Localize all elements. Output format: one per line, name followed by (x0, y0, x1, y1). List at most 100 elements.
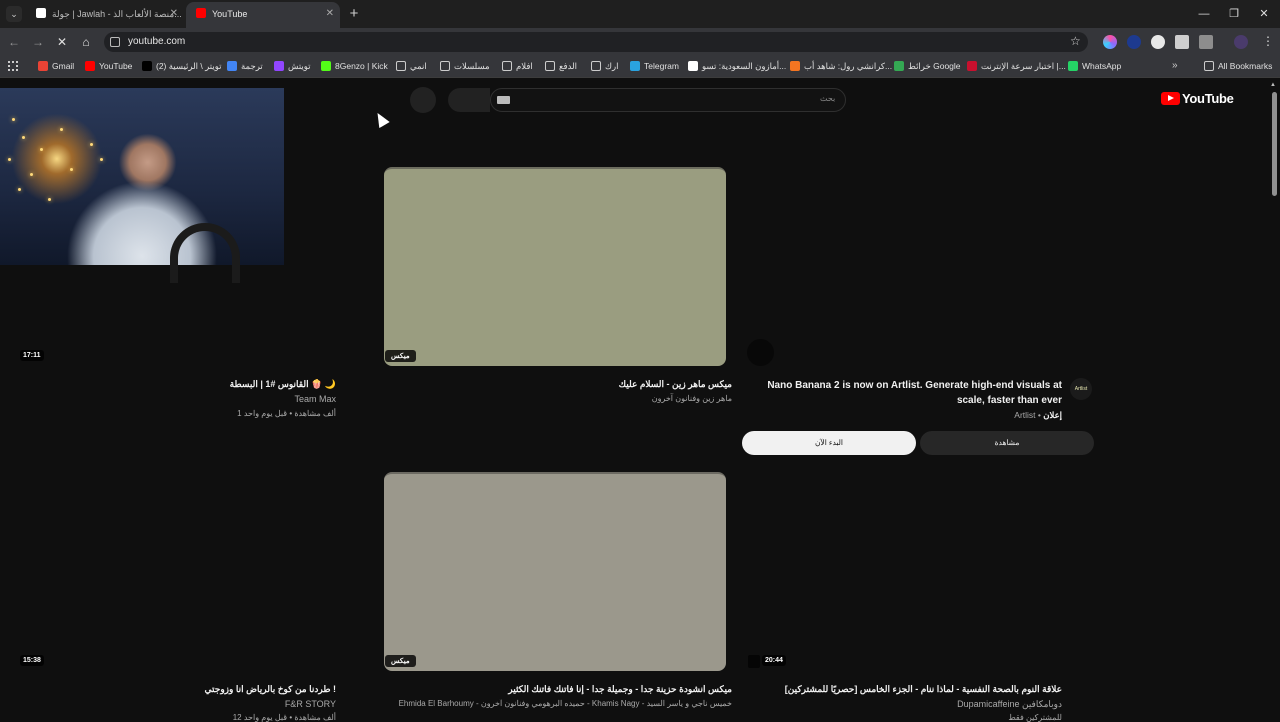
youtube-logo-text: YouTube (1182, 91, 1234, 106)
video-stats: 12 ألف مشاهدة • قبل يوم واحد (232, 713, 336, 722)
bookmark-label: انمي (410, 61, 427, 71)
voice-search-button[interactable] (410, 87, 436, 113)
bookmark-item[interactable]: اختبار سرعة الإنترنت |... (967, 61, 1066, 72)
bookmark-label: الدفع (559, 61, 578, 71)
mix-badge: ميكس (385, 350, 416, 362)
address-bar[interactable] (104, 32, 1088, 52)
extension-color-icon[interactable] (1103, 35, 1117, 49)
close-window-button[interactable]: ✕ (1256, 6, 1272, 22)
ad-play-circle (747, 339, 774, 366)
browser-tab-strip: ⌄ جولة | Jawlah - منصة الألعاب الذ... ✕ … (0, 0, 1280, 28)
bookmark-label: Telegram (644, 61, 679, 71)
video-title[interactable]: ميكس انشودة حزينة جدا - وجميلة جدا - إنا… (380, 684, 732, 695)
minimize-button[interactable]: — (1196, 6, 1212, 22)
tab-youtube[interactable]: YouTube ✕ (186, 2, 340, 28)
url-text[interactable]: youtube.com (128, 36, 185, 47)
extension-audio-icon[interactable] (1127, 35, 1141, 49)
search-input[interactable] (490, 88, 846, 112)
bookmark-item[interactable]: خرائط Google (894, 61, 961, 72)
scroll-up-icon[interactable]: ▲ (1270, 82, 1276, 88)
ad-avatar[interactable]: Artlist (1070, 378, 1092, 400)
video-title[interactable]: ميكس ماهر زين - السلام عليك (420, 379, 732, 390)
bookmark-item[interactable]: الدفع (545, 61, 577, 72)
bookmark-label: (2) تويتر \ الرئيسية (156, 61, 222, 71)
forward-button[interactable]: → (30, 34, 46, 50)
ad-advertiser[interactable]: Artlist (1014, 410, 1035, 420)
channel-name[interactable]: F&R STORY (40, 699, 336, 709)
ad-title[interactable]: Nano Banana 2 is now on Artlist. Generat… (760, 378, 1062, 408)
bookmark-favicon-icon (1068, 61, 1078, 71)
bookmark-label: مسلسلات (454, 61, 490, 71)
bookmark-item[interactable]: (2) تويتر \ الرئيسية (142, 61, 222, 72)
bookmark-item[interactable]: تويتش (274, 61, 311, 72)
chrome-menu-icon[interactable]: ⋮ (1262, 34, 1274, 48)
video-title[interactable]: القانوس #1 | البسطة 🍿 🌙 (40, 379, 336, 390)
bookmark-favicon-icon (85, 61, 95, 71)
bookmark-label: ترجمة (241, 61, 263, 71)
ad-label: إعلان (1043, 410, 1062, 420)
headphones (170, 223, 240, 283)
mix-thumbnail[interactable] (384, 167, 726, 366)
search-button[interactable] (448, 88, 490, 112)
new-tab-button[interactable]: + (346, 6, 362, 22)
channel-name[interactable]: ماهر زين وفنانون آخرون (420, 394, 732, 403)
bookmark-item[interactable]: Gmail (38, 61, 74, 71)
duration-badge: 17:11 (20, 350, 44, 361)
extension-grid-icon[interactable] (1175, 35, 1189, 49)
site-info-icon[interactable] (110, 37, 120, 47)
bookmark-favicon-icon (396, 61, 406, 71)
video-title[interactable]: طردنا من كوخ بالرياض انا وزوجتي ! (40, 684, 336, 695)
profile-avatar[interactable] (1234, 35, 1248, 49)
stop-loading-button[interactable]: ✕ (54, 34, 70, 50)
restore-button[interactable]: ❐ (1226, 6, 1242, 22)
channel-name[interactable]: Team Max (40, 394, 336, 404)
members-only-icon (748, 655, 760, 668)
bookmark-favicon-icon (894, 61, 904, 71)
video-title[interactable]: [حصريًا للمشتركين] علاقة النوم بالصحة ال… (760, 684, 1062, 695)
apps-grid-icon[interactable] (8, 61, 18, 71)
bookmark-item[interactable]: YouTube (85, 61, 132, 71)
bookmark-item[interactable]: مسلسلات (440, 61, 490, 72)
bookmark-favicon-icon (142, 61, 152, 71)
bookmark-item[interactable]: Telegram (630, 61, 679, 71)
bookmark-item[interactable]: 8Genzo | Kick (321, 61, 388, 71)
tab-search-button[interactable]: ⌄ (6, 6, 22, 22)
bookmark-favicon-icon (790, 61, 800, 71)
bookmark-item[interactable]: انمي (396, 61, 427, 72)
tab-label: YouTube (212, 9, 248, 19)
channel-name[interactable]: Ehmida El Barhoumy - حميده البرهومي وفنا… (380, 699, 732, 708)
page-scrollbar[interactable] (1272, 92, 1277, 196)
folder-icon (1204, 61, 1214, 71)
all-bookmarks-label: All Bookmarks (1218, 61, 1273, 71)
bookmark-favicon-icon (38, 61, 48, 71)
extension-script-icon[interactable] (1151, 35, 1165, 49)
close-tab-icon[interactable]: ✕ (170, 2, 178, 26)
duration-badge: 15:38 (20, 655, 44, 666)
ad-watch-button[interactable]: مشاهدة (920, 431, 1094, 455)
channel-name[interactable]: Dupamicaffeine دوبامكافين (760, 699, 1062, 710)
tab-jawlah[interactable]: جولة | Jawlah - منصة الألعاب الذ... ✕ (26, 2, 184, 28)
bookmark-favicon-icon (545, 61, 555, 71)
extensions-puzzle-icon[interactable] (1199, 35, 1213, 49)
bookmarks-overflow-icon[interactable]: » (1172, 60, 1178, 71)
mix-thumbnail[interactable] (384, 472, 726, 671)
bookmark-item[interactable]: ارك (591, 61, 618, 72)
keyboard-icon[interactable] (497, 96, 510, 104)
bookmark-item[interactable]: افلام (502, 61, 533, 72)
close-tab-icon[interactable]: ✕ (326, 2, 334, 26)
bookmark-label: 8Genzo | Kick (335, 61, 388, 71)
bookmark-item[interactable]: WhatsApp (1068, 61, 1121, 71)
all-bookmarks-folder[interactable]: All Bookmarks (1204, 61, 1272, 71)
back-button[interactable]: ← (6, 34, 22, 50)
bookmark-favicon-icon (274, 61, 284, 71)
duration-badge: 20:44 (762, 655, 786, 666)
ad-start-button[interactable]: البدء الآن (742, 431, 916, 455)
video-stats: 1 ألف مشاهدة • قبل يوم واحد (237, 409, 336, 418)
youtube-logo[interactable]: YouTube (1161, 91, 1234, 106)
bookmark-label: تويتش (288, 61, 311, 71)
bookmark-item[interactable]: ترجمة (227, 61, 263, 72)
bookmark-item[interactable]: كرانشي رول: شاهد أب... (790, 61, 892, 72)
home-button[interactable]: ⌂ (78, 34, 94, 50)
bookmark-star-icon[interactable]: ☆ (1070, 34, 1081, 48)
bookmark-item[interactable]: أمازون السعودية: تسو... (688, 61, 786, 72)
